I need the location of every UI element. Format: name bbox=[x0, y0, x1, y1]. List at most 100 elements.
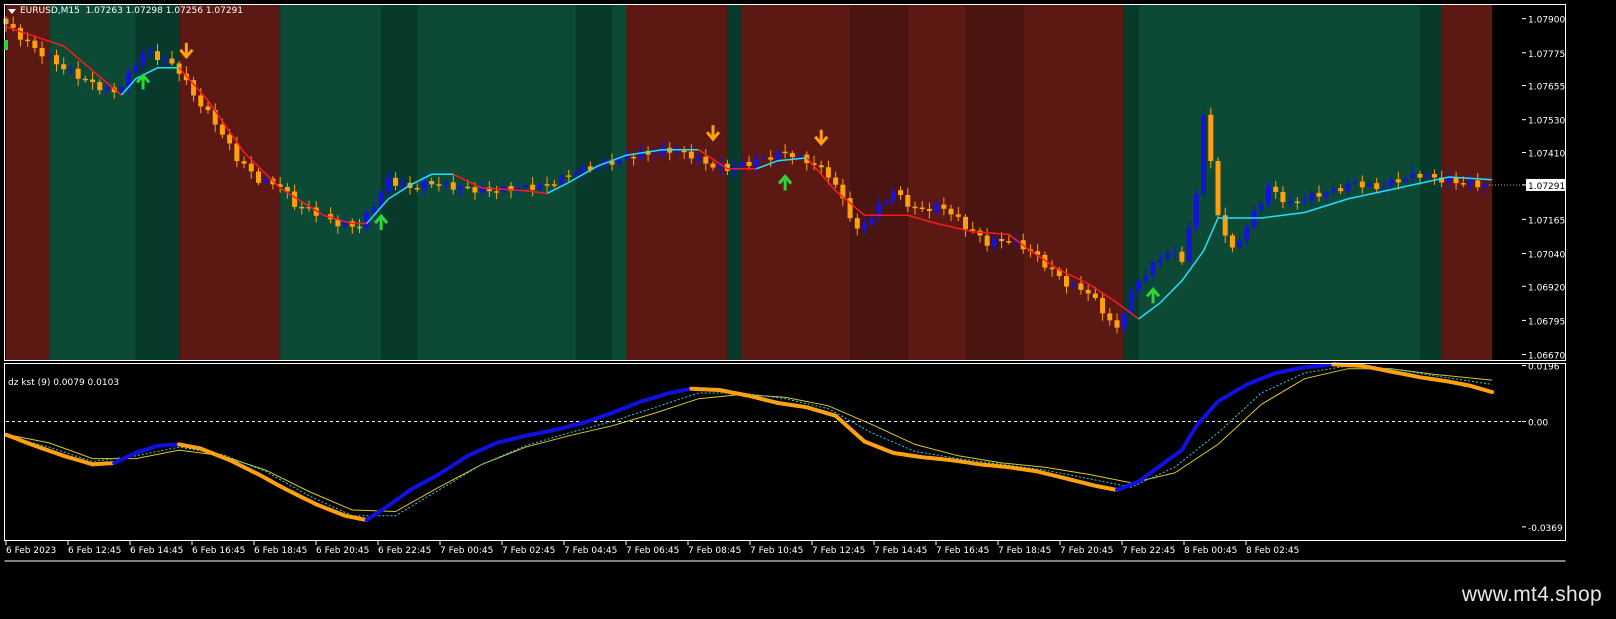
bull-candle bbox=[890, 190, 896, 202]
kst-line-down bbox=[177, 442, 369, 522]
bear-candle bbox=[1453, 177, 1459, 184]
bear-candle bbox=[25, 39, 31, 42]
bear-candle bbox=[248, 163, 254, 172]
bear-candle bbox=[746, 161, 752, 166]
bull-candle bbox=[1446, 177, 1452, 183]
kst-line-up bbox=[1115, 362, 1336, 492]
bear-candle bbox=[905, 194, 911, 207]
time-tick-label: 7 Feb 20:45 bbox=[1060, 546, 1113, 556]
bull-candle bbox=[1128, 289, 1134, 315]
price-tick-label: 1.07900 bbox=[1528, 16, 1565, 26]
bear-candle bbox=[1460, 183, 1466, 185]
bear-candle bbox=[1179, 251, 1185, 262]
time-tick-label: 6 Feb 16:45 bbox=[192, 546, 245, 556]
bull-candle bbox=[1424, 173, 1430, 178]
current-price-label: 1.07291 bbox=[1528, 182, 1565, 192]
bear-candle bbox=[75, 68, 81, 79]
time-tick-label: 7 Feb 06:45 bbox=[626, 546, 679, 556]
bull-candle bbox=[1468, 180, 1473, 184]
bear-candle bbox=[1280, 191, 1286, 203]
bear-candle bbox=[82, 78, 88, 81]
bull-candle bbox=[421, 181, 427, 189]
bear-candle bbox=[912, 206, 918, 209]
price-tick-label: 1.06795 bbox=[1528, 317, 1565, 327]
chart-menu-icon[interactable] bbox=[8, 9, 16, 14]
bear-candle bbox=[299, 206, 305, 209]
bear-candle bbox=[219, 124, 225, 135]
bear-candle bbox=[436, 184, 442, 186]
bear-candle bbox=[833, 177, 839, 185]
trend-zone-bull bbox=[280, 5, 382, 360]
bear-candle bbox=[256, 171, 261, 183]
bear-candle bbox=[234, 143, 240, 162]
bear-candle bbox=[39, 47, 45, 57]
time-tick-label: 8 Feb 02:45 bbox=[1246, 546, 1299, 556]
bear-candle bbox=[789, 153, 795, 158]
bear-candle bbox=[1064, 276, 1069, 287]
bull-candle bbox=[1244, 226, 1250, 241]
bull-candle bbox=[1323, 192, 1329, 197]
bear-candle bbox=[17, 27, 23, 40]
bull-candle bbox=[1345, 183, 1351, 192]
time-tick-label: 6 Feb 14:45 bbox=[130, 546, 183, 556]
bear-candle bbox=[1085, 289, 1091, 294]
bear-candle bbox=[1078, 283, 1084, 290]
chart-title: EURUSD,M15 1.07263 1.07298 1.07256 1.072… bbox=[20, 6, 243, 16]
price-tick-label: 1.07530 bbox=[1528, 117, 1565, 127]
bear-candle bbox=[61, 64, 67, 70]
bear-candle bbox=[1229, 235, 1235, 248]
trend-zone-bear bbox=[907, 5, 966, 360]
bear-candle bbox=[1374, 183, 1380, 189]
bull-candle bbox=[1367, 183, 1372, 188]
bull-candle bbox=[1186, 226, 1192, 262]
chart-area: 1.07900 1.07775 1.07655 1.07530 1.07410 1.072… bbox=[0, 0, 1616, 615]
bear-candle bbox=[32, 40, 38, 48]
time-tick-label: 6 Feb 20:45 bbox=[316, 546, 369, 556]
bull-candle bbox=[652, 153, 658, 155]
bear-candle bbox=[429, 181, 435, 185]
bear-candle bbox=[198, 95, 204, 107]
bear-candle bbox=[97, 82, 103, 91]
trend-zone-bear bbox=[1023, 5, 1125, 360]
bear-candle bbox=[169, 58, 175, 64]
bull-candle bbox=[869, 216, 875, 225]
bull-candle bbox=[797, 154, 803, 158]
bear-candle bbox=[414, 187, 420, 190]
bear-candle bbox=[530, 184, 536, 190]
trend-zone-bull bbox=[49, 5, 136, 360]
bear-candle bbox=[1208, 114, 1214, 161]
trend-zone-bear_dark bbox=[850, 5, 908, 360]
bull-candle bbox=[133, 65, 139, 73]
bull-candle bbox=[1388, 179, 1394, 187]
bear-candle bbox=[818, 165, 824, 168]
bull-candle bbox=[761, 157, 766, 160]
bull-candle bbox=[1157, 259, 1163, 263]
chart-symbol: EURUSD,M15 bbox=[20, 6, 80, 16]
bear-candle bbox=[1273, 186, 1279, 192]
bull-candle bbox=[1136, 281, 1142, 290]
bear-candle bbox=[1215, 160, 1221, 216]
bear-candle bbox=[1359, 181, 1365, 188]
bull-candle bbox=[1237, 240, 1243, 248]
bull-candle bbox=[1381, 186, 1387, 189]
bear-candle bbox=[782, 151, 788, 154]
bull-candle bbox=[537, 184, 543, 190]
bull-candle bbox=[559, 175, 564, 185]
time-tick-label: 7 Feb 02:45 bbox=[502, 546, 555, 556]
time-tick-label: 6 Feb 22:45 bbox=[378, 546, 431, 556]
bear-candle bbox=[1338, 188, 1344, 192]
bear-candle bbox=[472, 187, 478, 193]
bear-candle bbox=[450, 182, 456, 190]
bear-candle bbox=[941, 204, 947, 209]
bull-candle bbox=[1201, 114, 1207, 195]
bull-candle bbox=[1150, 262, 1156, 276]
bull-candle bbox=[1266, 186, 1271, 204]
indicator-panel-frame bbox=[4, 363, 1566, 541]
bull-candle bbox=[1309, 192, 1315, 201]
bull-candle bbox=[883, 201, 889, 204]
price-tick-label: 1.06670 bbox=[1528, 352, 1565, 362]
bear-candle bbox=[1316, 192, 1322, 197]
bear-candle bbox=[544, 184, 550, 186]
indicator-tick-label: 0.00 bbox=[1528, 419, 1548, 429]
bull-candle bbox=[104, 87, 110, 91]
